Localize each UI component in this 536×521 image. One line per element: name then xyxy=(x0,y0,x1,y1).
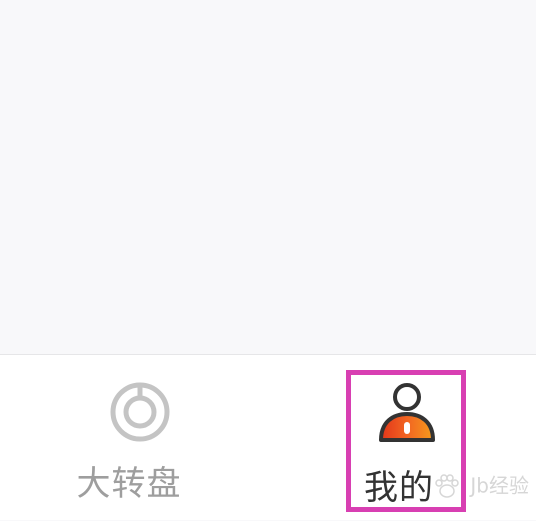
bottom-tab-bar: 大转盘 我的 xyxy=(0,354,536,520)
profile-icon xyxy=(379,383,435,442)
content-area xyxy=(0,0,536,354)
tab-label-lucky-wheel: 大转盘 xyxy=(76,464,182,504)
tab-mine[interactable]: 我的 xyxy=(268,355,536,521)
tab-lucky-wheel[interactable]: 大转盘 xyxy=(0,355,268,521)
tab-label-mine: 我的 xyxy=(364,468,434,508)
wheel-icon xyxy=(110,382,170,442)
